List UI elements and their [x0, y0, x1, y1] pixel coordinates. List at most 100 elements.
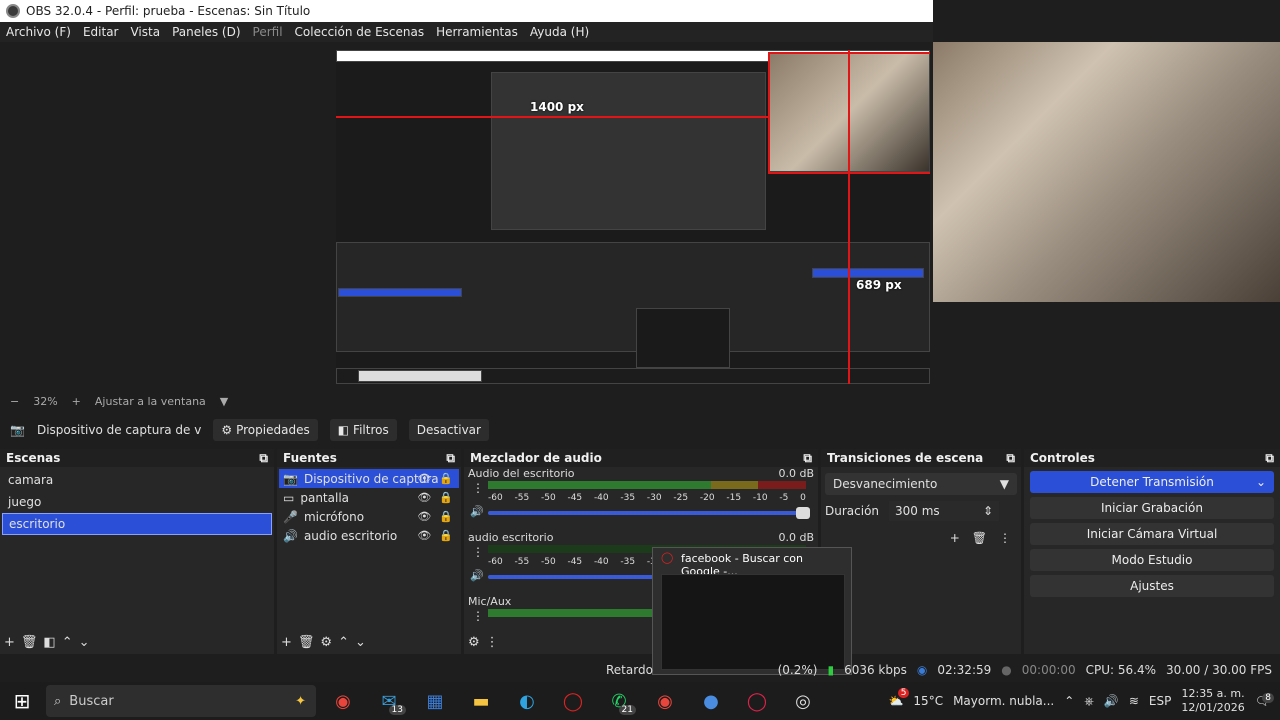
dock-undock-icon[interactable]: ⧉	[259, 451, 268, 466]
menu-archivo[interactable]: Archivo (F)	[6, 25, 71, 39]
zoom-in-button[interactable]: +	[72, 395, 81, 408]
mute-icon[interactable]: 🔊	[470, 505, 484, 518]
lock-icon[interactable]: 🔒	[439, 491, 453, 504]
tick-label: -5	[779, 493, 789, 503]
dropped-frames: (0.2%)	[777, 663, 818, 677]
add-icon[interactable]: +	[950, 531, 960, 545]
whatsapp-taskbar-button[interactable]: ✆ 21	[596, 682, 642, 720]
dock-undock-icon[interactable]: ⧉	[1006, 451, 1015, 466]
scene-item-escritorio[interactable]: escritorio	[2, 513, 272, 535]
volume-icon[interactable]: 🔊	[1104, 694, 1119, 708]
gear-icon[interactable]: ⚙	[468, 635, 480, 650]
menu-ayuda[interactable]: Ayuda (H)	[530, 25, 589, 39]
menu-editar[interactable]: Editar	[83, 25, 119, 39]
mail-taskbar-button[interactable]: ✉ 13	[366, 682, 412, 720]
source-item-audio[interactable]: 🔊 audio escritorio 👁 🔒	[279, 526, 459, 545]
preview-canvas[interactable]: 1400 px 689 px	[336, 50, 930, 384]
opera-gx-taskbar-button[interactable]: ◯	[734, 682, 780, 720]
eye-icon[interactable]: 👁	[417, 491, 431, 504]
trash-icon[interactable]: 🗑	[972, 531, 987, 545]
eye-icon[interactable]: 👁	[417, 510, 431, 523]
tick-label: -55	[514, 493, 530, 503]
virtual-camera-button[interactable]: Iniciar Cámara Virtual ⚙	[1030, 523, 1274, 545]
dock-undock-icon[interactable]: ⧉	[446, 451, 455, 466]
source-item-pantalla[interactable]: ▭ pantalla 👁 🔒	[279, 488, 459, 507]
bitrate: 6036 kbps	[844, 663, 907, 677]
menu-paneles[interactable]: Paneles (D)	[172, 25, 240, 39]
arrow-up-icon[interactable]: ⌃	[62, 635, 73, 650]
volume-fader[interactable]	[488, 507, 810, 519]
deactivate-button[interactable]: Desactivar	[408, 419, 489, 441]
lock-icon[interactable]: 🔒	[439, 472, 453, 485]
more-icon[interactable]: ⋮	[472, 545, 484, 559]
chrome-alt-taskbar-button[interactable]: ◉	[642, 682, 688, 720]
trash-icon[interactable]: 🗑	[21, 635, 38, 650]
edge-icon: ◐	[519, 690, 535, 712]
chevron-down-icon[interactable]: ▼	[220, 395, 228, 408]
menu-herramientas[interactable]: Herramientas	[436, 25, 518, 39]
arrow-up-icon[interactable]: ⌃	[338, 635, 349, 650]
duration-input[interactable]: 300 ms ⇕	[889, 501, 1000, 521]
taskbar-thumbnail-popup[interactable]: ◯ facebook - Buscar con Google -...	[652, 547, 852, 675]
dock-undock-icon[interactable]: ⧉	[803, 451, 812, 466]
lock-icon[interactable]: 🔒	[439, 529, 453, 542]
edge-taskbar-button[interactable]: ◐	[504, 682, 550, 720]
settings-button[interactable]: Ajustes	[1030, 575, 1274, 597]
taskbar-search[interactable]: ⌕ Buscar ✦	[46, 685, 316, 717]
network-icon[interactable]: ⎈	[1084, 694, 1094, 709]
chevron-down-icon: ▼	[999, 477, 1009, 491]
source-item-microfono[interactable]: 🎤 micrófono 👁 🔒	[279, 507, 459, 526]
chevron-down-icon[interactable]: ⌄	[1256, 475, 1266, 489]
transition-select[interactable]: Desvanecimiento ▼	[825, 473, 1017, 495]
trash-icon[interactable]: 🗑	[298, 635, 315, 650]
weather-icon[interactable]: ⛅ 5	[888, 688, 910, 708]
add-icon[interactable]: +	[281, 635, 292, 650]
fader-knob[interactable]	[796, 507, 810, 519]
browser-taskbar-button[interactable]: ●	[688, 682, 734, 720]
mute-icon[interactable]: 🔊	[470, 569, 484, 582]
properties-button[interactable]: ⚙ Propiedades	[213, 419, 318, 441]
store-taskbar-button[interactable]: ▦	[412, 682, 458, 720]
filter-icon[interactable]: ◧	[43, 635, 55, 650]
menu-coleccion[interactable]: Colección de Escenas	[295, 25, 425, 39]
more-icon[interactable]: ⋮	[486, 635, 499, 650]
weather-badge: 5	[897, 688, 910, 698]
eye-icon[interactable]: 👁	[417, 529, 431, 542]
eye-icon[interactable]: 👁	[417, 472, 431, 485]
scene-item-juego[interactable]: juego	[2, 491, 272, 513]
explorer-taskbar-button[interactable]: ▬	[458, 682, 504, 720]
filters-button[interactable]: ◧ Filtros	[329, 419, 397, 441]
studio-mode-button[interactable]: Modo Estudio	[1030, 549, 1274, 571]
menu-bar: Archivo (F) Editar Vista Paneles (D) Per…	[0, 22, 933, 42]
menu-vista[interactable]: Vista	[130, 25, 160, 39]
chrome-taskbar-button[interactable]: ◉	[320, 682, 366, 720]
popup-thumbnail[interactable]	[661, 574, 845, 670]
more-icon[interactable]: ⋮	[999, 531, 1011, 545]
spin-arrows-icon[interactable]: ⇕	[983, 504, 993, 518]
scene-item-camara[interactable]: camara	[2, 469, 272, 491]
source-item-capture[interactable]: 📷 Dispositivo de captura 👁 🔒	[279, 469, 459, 488]
add-icon[interactable]: +	[4, 635, 15, 650]
more-icon[interactable]: ⋮	[472, 481, 484, 495]
gear-icon[interactable]: ⚙	[320, 635, 332, 650]
lock-icon[interactable]: 🔒	[439, 510, 453, 523]
tick-label: -45	[567, 557, 583, 567]
notifications-icon[interactable]: 🗨8	[1255, 693, 1274, 708]
fit-window-label[interactable]: Ajustar a la ventana	[95, 395, 206, 408]
start-recording-button[interactable]: Iniciar Grabación	[1030, 497, 1274, 519]
more-icon[interactable]: ⋮	[472, 609, 484, 623]
language-indicator[interactable]: ESP	[1149, 694, 1171, 708]
arrow-down-icon[interactable]: ⌄	[79, 635, 90, 650]
arrow-down-icon[interactable]: ⌄	[355, 635, 366, 650]
chevron-up-icon[interactable]: ⌃	[1064, 694, 1074, 708]
opera-taskbar-button[interactable]: ◯	[550, 682, 596, 720]
clock[interactable]: 12:35 a. m. 12/01/2026	[1181, 687, 1244, 715]
wifi-icon[interactable]: ≋	[1129, 694, 1139, 708]
start-button[interactable]: ⊞	[0, 682, 44, 720]
obs-taskbar-button[interactable]: ◎	[780, 682, 826, 720]
nested-control-stop	[812, 268, 924, 278]
stop-stream-button[interactable]: Detener Transmisión ⌄	[1030, 471, 1274, 493]
dock-undock-icon[interactable]: ⧉	[1265, 451, 1274, 466]
channel-name: Mic/Aux	[468, 595, 512, 608]
zoom-out-button[interactable]: −	[10, 395, 19, 408]
